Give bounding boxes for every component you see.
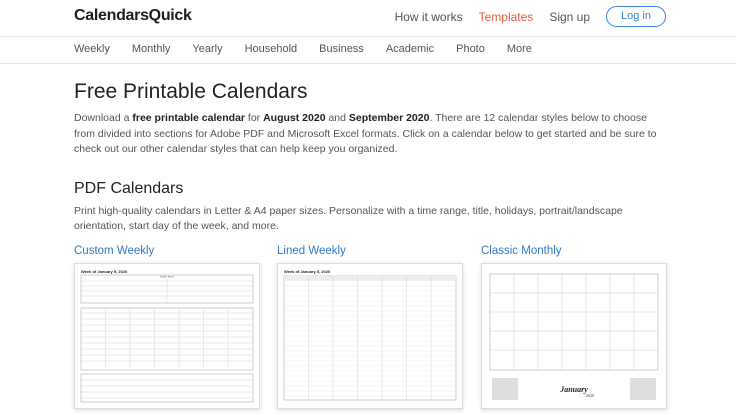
pdf-section-description: Print high-quality calendars in Letter &… — [74, 204, 623, 233]
intro-text: Download a free printable calendar for A… — [74, 112, 657, 155]
nav-sign-up[interactable]: Sign up — [549, 7, 590, 27]
login-button[interactable]: Log in — [606, 6, 666, 27]
subnav-yearly[interactable]: Yearly — [192, 43, 222, 55]
nav-how-it-works[interactable]: How it works — [395, 7, 463, 27]
lined-weekly-preview: Week of January 5, 2020 — [283, 269, 457, 401]
subnav-more[interactable]: More — [507, 43, 532, 55]
top-header: CalendarsQuick How it works Templates Si… — [0, 0, 736, 37]
subnav-monthly[interactable]: Monthly — [132, 43, 171, 55]
card-title[interactable]: Lined Weekly — [277, 245, 463, 257]
card-lined-weekly[interactable]: Lined Weekly Week of January 5, 2020 — [277, 245, 463, 409]
main-content: Free Printable Calendars Download a free… — [74, 80, 670, 235]
svg-text:January: January — [559, 385, 588, 394]
subnav-household[interactable]: Household — [245, 43, 298, 55]
subnav-academic[interactable]: Academic — [386, 43, 434, 55]
card-custom-weekly[interactable]: Custom Weekly Week of January 5, 2020 Ac… — [74, 245, 260, 409]
svg-text:Week of January 5, 2020: Week of January 5, 2020 — [284, 269, 331, 274]
svg-text:2020: 2020 — [586, 393, 594, 398]
category-nav: Weekly Monthly Yearly Household Business… — [0, 37, 736, 64]
svg-text:Week of January 5, 2020: Week of January 5, 2020 — [81, 269, 128, 274]
top-nav: How it works Templates Sign up Log in — [379, 6, 666, 27]
subnav-photo[interactable]: Photo — [456, 43, 485, 55]
card-title[interactable]: Classic Monthly — [481, 245, 667, 257]
calendar-thumbnail[interactable]: Week of January 5, 2020 Action Items — [74, 263, 260, 409]
card-classic-monthly[interactable]: Classic Monthly January 2020 — [481, 245, 667, 409]
calendar-thumbnail[interactable]: January 2020 — [481, 263, 667, 409]
page-title: Free Printable Calendars — [74, 80, 308, 103]
custom-weekly-preview: Week of January 5, 2020 Action Items — [80, 269, 254, 403]
classic-monthly-preview: January 2020 — [489, 273, 659, 400]
subnav-weekly[interactable]: Weekly — [74, 43, 110, 55]
calendar-thumbnail[interactable]: Week of January 5, 2020 — [277, 263, 463, 409]
subnav-business[interactable]: Business — [319, 43, 364, 55]
calendar-cards: Custom Weekly Week of January 5, 2020 Ac… — [74, 245, 674, 415]
site-logo[interactable]: CalendarsQuick — [74, 7, 192, 25]
pdf-section-title: PDF Calendars — [74, 179, 184, 197]
card-title[interactable]: Custom Weekly — [74, 245, 260, 257]
svg-text:Action Items: Action Items — [160, 276, 175, 279]
nav-templates[interactable]: Templates — [479, 7, 534, 27]
